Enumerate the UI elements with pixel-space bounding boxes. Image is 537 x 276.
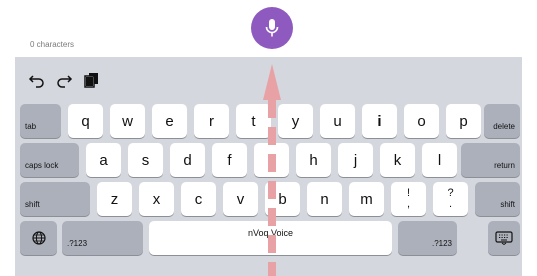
key-u[interactable]: u — [320, 104, 355, 138]
caps-lock-key[interactable]: caps lock — [20, 143, 79, 177]
key-exclaim-comma[interactable]: !, — [391, 182, 426, 216]
keyboard: tab q w e r t y u i o p delete caps lock… — [15, 57, 522, 276]
key-m[interactable]: m — [349, 182, 384, 216]
key-h[interactable]: h — [296, 143, 331, 177]
return-key[interactable]: return — [461, 143, 520, 177]
numbers-left-key[interactable]: .?123 — [62, 221, 143, 255]
key-y[interactable]: y — [278, 104, 313, 138]
key-i[interactable]: i — [362, 104, 397, 138]
key-l[interactable]: l — [422, 143, 457, 177]
shift-right-key[interactable]: shift — [475, 182, 520, 216]
key-t[interactable]: t — [236, 104, 271, 138]
character-count: 0 characters — [30, 40, 75, 49]
key-v[interactable]: v — [223, 182, 258, 216]
hide-keyboard-key[interactable] — [488, 221, 520, 255]
space-key[interactable]: nVoq Voice — [149, 221, 392, 255]
key-n[interactable]: n — [307, 182, 342, 216]
key-k[interactable]: k — [380, 143, 415, 177]
numbers-right-key[interactable]: .?123 — [398, 221, 457, 255]
key-b[interactable]: b — [265, 182, 300, 216]
key-z[interactable]: z — [97, 182, 132, 216]
key-d[interactable]: d — [170, 143, 205, 177]
key-g[interactable]: g — [254, 143, 289, 177]
key-s[interactable]: s — [128, 143, 163, 177]
key-q[interactable]: q — [68, 104, 103, 138]
redo-icon[interactable] — [55, 71, 73, 89]
globe-icon — [31, 231, 46, 245]
shift-left-key[interactable]: shift — [20, 182, 90, 216]
key-o[interactable]: o — [404, 104, 439, 138]
key-c[interactable]: c — [181, 182, 216, 216]
keyboard-hide-icon — [495, 231, 513, 245]
key-a[interactable]: a — [86, 143, 121, 177]
undo-icon[interactable] — [28, 71, 46, 89]
key-j[interactable]: j — [338, 143, 373, 177]
key-question-period[interactable]: ?. — [433, 182, 468, 216]
delete-key[interactable]: delete — [484, 104, 520, 138]
microphone-button[interactable] — [251, 7, 293, 49]
key-w[interactable]: w — [110, 104, 145, 138]
key-e[interactable]: e — [152, 104, 187, 138]
key-x[interactable]: x — [139, 182, 174, 216]
key-f[interactable]: f — [212, 143, 247, 177]
globe-key[interactable] — [20, 221, 57, 255]
key-p[interactable]: p — [446, 104, 481, 138]
key-r[interactable]: r — [194, 104, 229, 138]
microphone-icon — [265, 19, 279, 37]
tab-key[interactable]: tab — [20, 104, 61, 138]
paste-icon[interactable] — [83, 71, 101, 89]
